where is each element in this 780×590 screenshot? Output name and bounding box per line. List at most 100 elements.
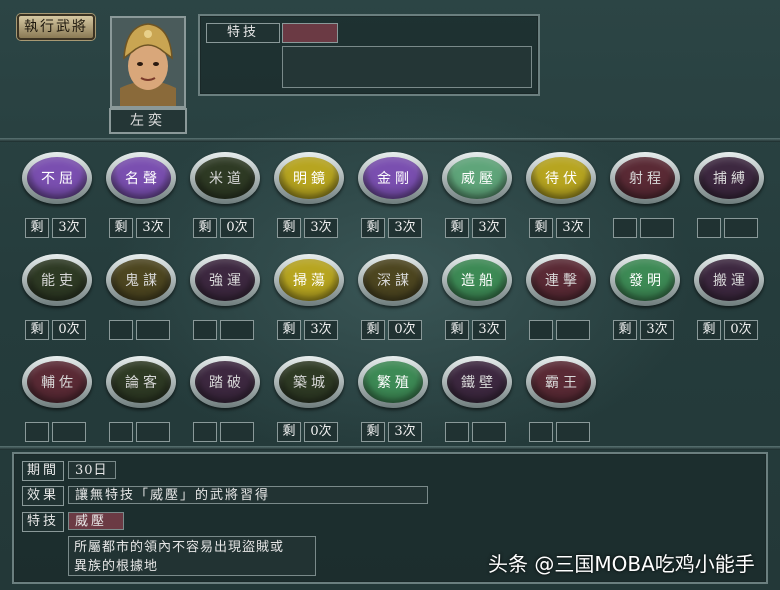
skill-value: 威壓 bbox=[68, 512, 124, 530]
remain-label bbox=[445, 422, 469, 442]
count-value: 3次 bbox=[304, 320, 338, 340]
skill-use-count: 剩 3次 bbox=[445, 218, 506, 238]
skill-use-count: 剩 0次 bbox=[25, 320, 86, 340]
skill-button[interactable]: 深謀 bbox=[358, 254, 428, 306]
period-label: 期間 bbox=[22, 461, 64, 481]
skill-button[interactable]: 搬運 bbox=[694, 254, 764, 306]
count-value bbox=[724, 218, 758, 238]
skill-label: 連擊 bbox=[531, 259, 591, 301]
skill-label: 米道 bbox=[195, 157, 255, 199]
skill-label: 輔佐 bbox=[27, 361, 87, 403]
skill-button[interactable]: 踏破 bbox=[190, 356, 260, 408]
skill-button[interactable]: 輔佐 bbox=[22, 356, 92, 408]
remain-label: 剩 bbox=[445, 218, 469, 238]
skill-description: 所屬都市的領內不容易出現盜賊或 異族的根據地 bbox=[68, 536, 316, 576]
remain-label bbox=[193, 422, 217, 442]
skill-use-count bbox=[193, 422, 254, 442]
remain-label: 剩 bbox=[25, 320, 49, 340]
count-value: 3次 bbox=[388, 218, 422, 238]
skill-use-count: 剩 3次 bbox=[277, 218, 338, 238]
skill-button[interactable]: 射程 bbox=[610, 152, 680, 204]
count-value: 0次 bbox=[52, 320, 86, 340]
skill-label: 待伏 bbox=[531, 157, 591, 199]
skill-button[interactable]: 威壓 bbox=[442, 152, 512, 204]
skill-use-count: 剩 0次 bbox=[361, 320, 422, 340]
skill-button[interactable]: 連擊 bbox=[526, 254, 596, 306]
desc-line-1: 所屬都市的領內不容易出現盜賊或 bbox=[74, 540, 285, 555]
count-value: 3次 bbox=[304, 218, 338, 238]
remain-label: 剩 bbox=[277, 218, 301, 238]
skill-button[interactable]: 發明 bbox=[610, 254, 680, 306]
count-value bbox=[220, 320, 254, 340]
special-desc-box bbox=[282, 46, 532, 88]
skill-button[interactable]: 金剛 bbox=[358, 152, 428, 204]
skill-button[interactable]: 強運 bbox=[190, 254, 260, 306]
skill-use-count bbox=[613, 218, 674, 238]
skill-button[interactable]: 霸王 bbox=[526, 356, 596, 408]
skill-button[interactable]: 待伏 bbox=[526, 152, 596, 204]
officer-portrait bbox=[110, 16, 186, 108]
count-value: 0次 bbox=[388, 320, 422, 340]
skill-button[interactable]: 掃蕩 bbox=[274, 254, 344, 306]
skill-label: 能吏 bbox=[27, 259, 87, 301]
remain-label: 剩 bbox=[361, 320, 385, 340]
remain-label bbox=[109, 320, 133, 340]
skill-use-count bbox=[445, 422, 506, 442]
skill-button[interactable]: 名聲 bbox=[106, 152, 176, 204]
special-value-box bbox=[282, 23, 338, 43]
remain-label: 剩 bbox=[277, 320, 301, 340]
skill-label: 金剛 bbox=[363, 157, 423, 199]
skill-label: 不屈 bbox=[27, 157, 87, 199]
remain-label: 剩 bbox=[361, 218, 385, 238]
skill-label: 築城 bbox=[279, 361, 339, 403]
count-value: 3次 bbox=[640, 320, 674, 340]
remain-label: 剩 bbox=[529, 218, 553, 238]
skill-label: 論客 bbox=[111, 361, 171, 403]
skill-button[interactable]: 不屈 bbox=[22, 152, 92, 204]
count-value: 3次 bbox=[472, 218, 506, 238]
remain-label bbox=[25, 422, 49, 442]
effect-value: 讓無特技「威壓」的武將習得 bbox=[68, 486, 428, 504]
skill-button[interactable]: 造船 bbox=[442, 254, 512, 306]
skill-label: 霸王 bbox=[531, 361, 591, 403]
skill-use-count bbox=[25, 422, 86, 442]
skill-button[interactable]: 鐵壁 bbox=[442, 356, 512, 408]
skill-button[interactable]: 鬼謀 bbox=[106, 254, 176, 306]
skill-use-count: 剩 3次 bbox=[445, 320, 506, 340]
skill-label: 鐵壁 bbox=[447, 361, 507, 403]
remain-label: 剩 bbox=[445, 320, 469, 340]
count-value: 0次 bbox=[724, 320, 758, 340]
watermark: 头条 @三国MOBA吃鸡小能手 bbox=[488, 552, 755, 576]
skill-use-count: 剩 3次 bbox=[529, 218, 590, 238]
skill-use-count bbox=[109, 422, 170, 442]
skill-use-count: 剩 3次 bbox=[361, 422, 422, 442]
count-value bbox=[472, 422, 506, 442]
skill-label: 鬼謀 bbox=[111, 259, 171, 301]
count-value bbox=[556, 422, 590, 442]
count-value: 0次 bbox=[220, 218, 254, 238]
count-value: 3次 bbox=[136, 218, 170, 238]
remain-label bbox=[193, 320, 217, 340]
skill-label: 繁殖 bbox=[363, 361, 423, 403]
skill-button[interactable]: 論客 bbox=[106, 356, 176, 408]
skill-button[interactable]: 繁殖 bbox=[358, 356, 428, 408]
skill-label: 掃蕩 bbox=[279, 259, 339, 301]
count-value bbox=[640, 218, 674, 238]
desc-line-2: 異族的根據地 bbox=[74, 559, 159, 574]
skill-button[interactable]: 築城 bbox=[274, 356, 344, 408]
skill-use-count: 剩 3次 bbox=[613, 320, 674, 340]
skill-use-count bbox=[109, 320, 170, 340]
skill-button[interactable]: 捕縛 bbox=[694, 152, 764, 204]
count-value: 3次 bbox=[52, 218, 86, 238]
skill-use-count: 剩 0次 bbox=[277, 422, 338, 442]
skill-label: 發明 bbox=[615, 259, 675, 301]
remain-label: 剩 bbox=[109, 218, 133, 238]
officer-name: 左奕 bbox=[109, 108, 187, 134]
skill-button[interactable]: 明鏡 bbox=[274, 152, 344, 204]
remain-label: 剩 bbox=[697, 320, 721, 340]
effect-label: 效果 bbox=[22, 486, 64, 506]
remain-label: 剩 bbox=[25, 218, 49, 238]
skill-button[interactable]: 米道 bbox=[190, 152, 260, 204]
executing-officer-button[interactable]: 執行武將 bbox=[17, 14, 95, 40]
skill-button[interactable]: 能吏 bbox=[22, 254, 92, 306]
